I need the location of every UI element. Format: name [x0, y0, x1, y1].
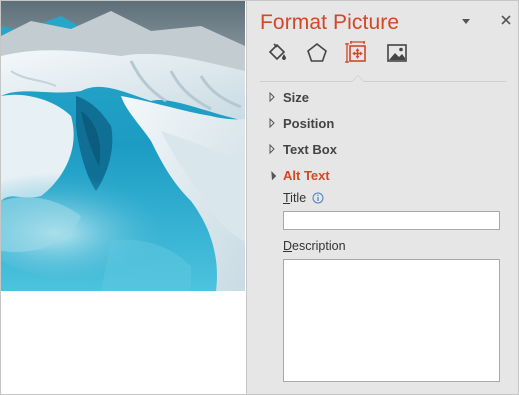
title-label-rest: itle: [290, 191, 307, 205]
caret-right-icon: [269, 117, 275, 129]
section-size[interactable]: Size: [265, 87, 309, 107]
section-alt-text[interactable]: Alt Text: [265, 165, 330, 185]
info-icon[interactable]: [312, 192, 324, 204]
section-position[interactable]: Position: [265, 113, 334, 133]
description-label-rest: escription: [292, 239, 346, 253]
active-tab-indicator: [351, 75, 365, 82]
paint-bucket-icon[interactable]: [265, 41, 289, 65]
title-input[interactable]: [283, 211, 500, 230]
section-text-box[interactable]: Text Box: [265, 139, 337, 159]
section-size-label: Size: [283, 89, 310, 105]
pane-options-chevron-icon[interactable]: [459, 14, 473, 28]
size-properties-icon[interactable]: [345, 41, 369, 65]
format-picture-pane: Format Picture Size Position Text Box Al…: [246, 1, 518, 394]
description-label-accesskey: D: [283, 239, 293, 253]
caret-right-icon: [269, 91, 275, 103]
title-label: Title: [283, 191, 306, 205]
close-icon[interactable]: [499, 13, 513, 27]
pane-title: Format Picture: [260, 11, 400, 34]
section-alt-text-label: Alt Text: [283, 167, 330, 183]
glacier-image: [1, 1, 245, 291]
section-text-box-label: Text Box: [283, 141, 337, 157]
description-label: Description: [283, 239, 346, 253]
tab-divider: [260, 81, 506, 82]
section-position-label: Position: [283, 115, 335, 131]
glacier-picture[interactable]: [1, 1, 245, 291]
caret-down-icon: [271, 171, 277, 181]
pentagon-icon[interactable]: [305, 41, 329, 65]
document-canvas: [1, 1, 245, 394]
picture-icon[interactable]: [385, 41, 409, 65]
window-frame: Format Picture Size Position Text Box Al…: [0, 0, 519, 395]
description-input[interactable]: [283, 259, 500, 382]
caret-right-icon: [269, 143, 275, 155]
